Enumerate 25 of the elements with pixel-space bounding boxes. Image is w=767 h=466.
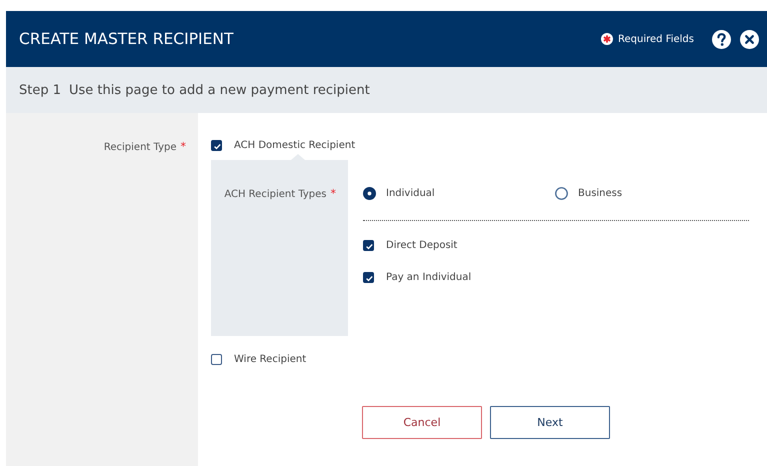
cancel-button[interactable]: Cancel <box>362 406 482 439</box>
required-asterisk: * <box>180 140 186 153</box>
radio-button[interactable] <box>555 187 568 200</box>
radio-label: Individual <box>386 188 435 199</box>
checkbox[interactable] <box>211 140 222 151</box>
next-button[interactable]: Next <box>490 406 610 439</box>
checkbox[interactable] <box>363 272 374 283</box>
asterisk-icon <box>601 33 614 45</box>
checkbox[interactable] <box>211 354 222 365</box>
close-icon[interactable] <box>740 30 759 48</box>
radio-label: Business <box>578 188 622 199</box>
checkbox[interactable] <box>363 240 374 251</box>
field-label: Recipient Type * <box>104 140 186 154</box>
dialog-title: CREATE MASTER RECIPIENT <box>19 30 234 48</box>
step-description: Use this page to add a new payment recipient <box>69 82 370 98</box>
radio-button[interactable] <box>363 187 376 200</box>
checkbox-label: ACH Domestic Recipient <box>234 140 356 151</box>
step-number: Step 1 <box>19 82 62 98</box>
required-asterisk: * <box>330 187 336 200</box>
checkbox-label: Direct Deposit <box>386 240 458 251</box>
checkbox-label: Pay an Individual <box>386 272 472 283</box>
checkbox-label: Wire Recipient <box>234 354 306 365</box>
help-icon[interactable] <box>712 30 731 48</box>
required-fields-legend: Required Fields <box>618 34 694 44</box>
field-label: ACH Recipient Types * <box>224 187 336 201</box>
